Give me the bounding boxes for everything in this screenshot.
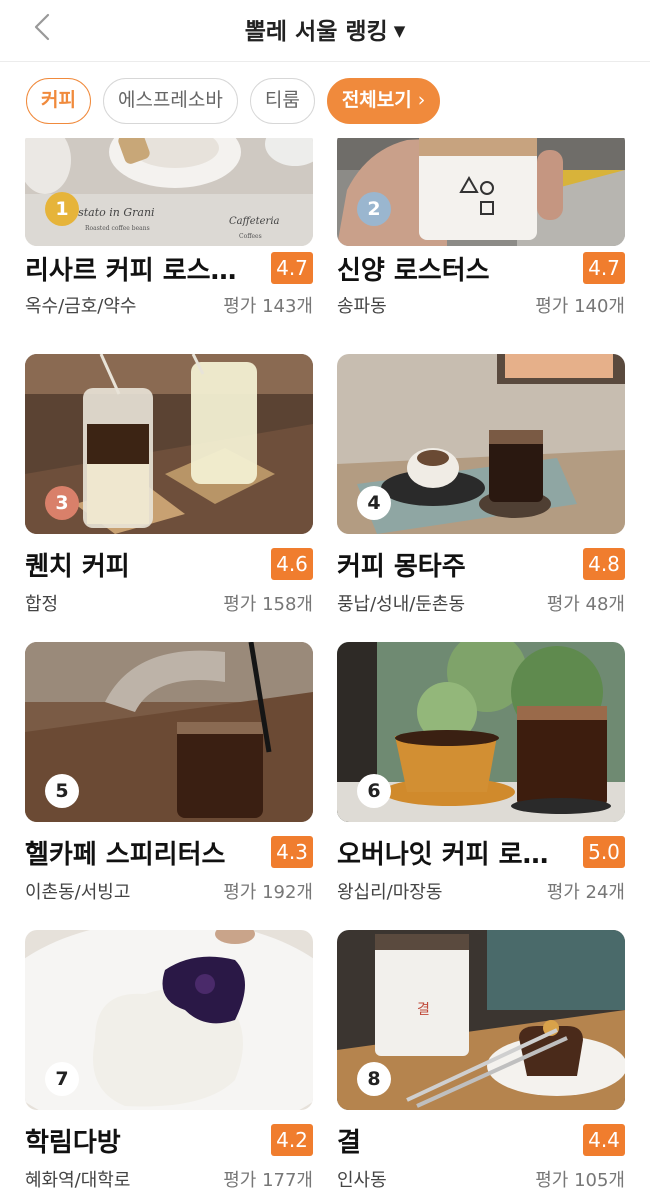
place-area: 송파동 bbox=[337, 296, 387, 317]
rank-badge: 7 bbox=[45, 1062, 79, 1096]
place-photo bbox=[337, 138, 625, 246]
place-card[interactable]: 5 헬카페 스피리터스 4.3 이촌동/서빙고 평가 192개 bbox=[25, 642, 313, 906]
place-name: 퀜치 커피 bbox=[25, 552, 130, 582]
place-name: 커피 몽타주 bbox=[337, 552, 466, 582]
photo-menu-text: Coffees bbox=[239, 233, 262, 240]
rank-badge: 5 bbox=[45, 774, 79, 808]
place-card[interactable]: 4 커피 몽타주 4.8 풍납/성내/둔촌동 평가 48개 bbox=[337, 354, 625, 618]
rating-badge: 5.0 bbox=[583, 836, 625, 868]
chip-tearoom[interactable]: 티룸 bbox=[249, 78, 315, 124]
place-area: 인사동 bbox=[337, 1170, 387, 1191]
review-count: 평가 140개 bbox=[535, 296, 625, 317]
place-name: 헬카페 스피리터스 bbox=[25, 840, 226, 870]
ranking-title-dropdown[interactable]: 뽈레 서울 랭킹 ▼ bbox=[0, 12, 650, 46]
review-count: 평가 48개 bbox=[546, 594, 625, 615]
rating-badge: 4.7 bbox=[583, 252, 625, 284]
rating-badge: 4.7 bbox=[271, 252, 313, 284]
rating-badge: 4.2 bbox=[271, 1124, 313, 1156]
rating-badge: 4.8 bbox=[583, 548, 625, 580]
chip-espresso-bar[interactable]: 에스프레소바 bbox=[102, 78, 238, 124]
place-card[interactable]: 3 퀜치 커피 4.6 합정 평가 158개 bbox=[25, 354, 313, 618]
rank-badge: 8 bbox=[357, 1062, 391, 1096]
review-count: 평가 105개 bbox=[535, 1170, 625, 1191]
page-title: 뽈레 서울 랭킹 bbox=[244, 19, 388, 45]
rating-badge: 4.4 bbox=[583, 1124, 625, 1156]
place-area: 풍납/성내/둔촌동 bbox=[337, 594, 466, 615]
place-area: 옥수/금호/약수 bbox=[25, 296, 137, 317]
place-card[interactable]: 결 8 결 4.4 인사동 평가 105개 bbox=[337, 930, 625, 1194]
chip-coffee[interactable]: 커피 bbox=[26, 78, 91, 124]
photo-menu-text: Caffeteria bbox=[229, 216, 280, 227]
place-name: 리사르 커피 로스… bbox=[25, 256, 237, 286]
caret-down-icon: ▼ bbox=[393, 22, 406, 40]
place-card[interactable]: Tostato in Grani Roasted coffee beans Ca… bbox=[25, 138, 313, 330]
place-name: 학림다방 bbox=[25, 1128, 121, 1158]
review-count: 평가 24개 bbox=[546, 882, 625, 903]
place-card[interactable]: 7 학림다방 4.2 혜화역/대학로 평가 177개 bbox=[25, 930, 313, 1194]
rank-badge: 6 bbox=[357, 774, 391, 808]
review-count: 평가 143개 bbox=[223, 296, 313, 317]
place-photo: Tostato in Grani Roasted coffee beans Ca… bbox=[25, 138, 313, 246]
ranking-grid: Tostato in Grani Roasted coffee beans Ca… bbox=[0, 138, 650, 1200]
place-name: 오버나잇 커피 로… bbox=[337, 840, 549, 870]
place-area: 합정 bbox=[25, 594, 59, 615]
chip-view-all[interactable]: 전체보기 › bbox=[326, 78, 441, 124]
chevron-right-icon: › bbox=[417, 89, 426, 111]
place-area: 혜화역/대학로 bbox=[25, 1170, 131, 1191]
review-count: 평가 177개 bbox=[223, 1170, 313, 1191]
rank-badge: 3 bbox=[45, 486, 79, 520]
rank-badge: 1 bbox=[45, 192, 79, 226]
top-bar: 뽈레 서울 랭킹 ▼ bbox=[0, 0, 650, 62]
place-card[interactable]: 2 신양 로스터스 4.7 송파동 평가 140개 bbox=[337, 138, 625, 330]
rank-badge: 2 bbox=[357, 192, 391, 226]
rank-badge: 4 bbox=[357, 486, 391, 520]
place-name: 신양 로스터스 bbox=[337, 256, 490, 286]
place-card[interactable]: 6 오버나잇 커피 로… 5.0 왕십리/마장동 평가 24개 bbox=[337, 642, 625, 906]
chip-view-all-label: 전체보기 bbox=[341, 89, 412, 111]
category-chips: 커피 에스프레소바 티룸 전체보기 › bbox=[26, 78, 441, 124]
cup-logo-text: 결 bbox=[417, 1002, 430, 1018]
place-area: 이촌동/서빙고 bbox=[25, 882, 131, 903]
rating-badge: 4.6 bbox=[271, 548, 313, 580]
photo-menu-text: Roasted coffee beans bbox=[85, 225, 150, 232]
rating-badge: 4.3 bbox=[271, 836, 313, 868]
review-count: 평가 192개 bbox=[223, 882, 313, 903]
place-area: 왕십리/마장동 bbox=[337, 882, 443, 903]
review-count: 평가 158개 bbox=[223, 594, 313, 615]
place-name: 결 bbox=[337, 1128, 361, 1158]
